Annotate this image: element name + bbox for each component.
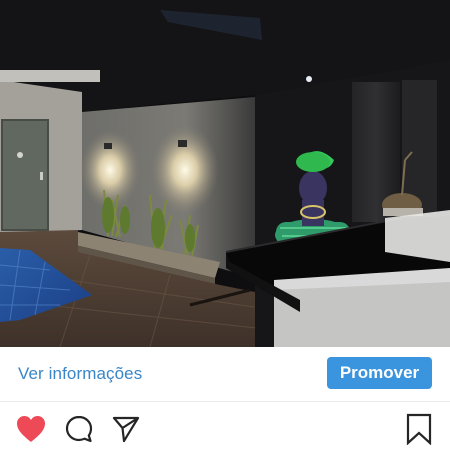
post-photo[interactable] — [0, 0, 450, 347]
heart-icon — [17, 416, 45, 442]
promote-button[interactable]: Promover — [327, 357, 432, 389]
comment-icon — [65, 415, 93, 443]
action-bar — [0, 402, 450, 450]
bookmark-icon — [406, 413, 432, 445]
comment-button[interactable] — [62, 412, 96, 446]
save-button[interactable] — [402, 412, 436, 446]
ver-informacoes-link[interactable]: Ver informações — [18, 364, 142, 384]
send-icon — [112, 416, 140, 443]
like-button[interactable] — [14, 412, 48, 446]
share-button[interactable] — [109, 412, 143, 446]
post-image — [0, 0, 450, 347]
